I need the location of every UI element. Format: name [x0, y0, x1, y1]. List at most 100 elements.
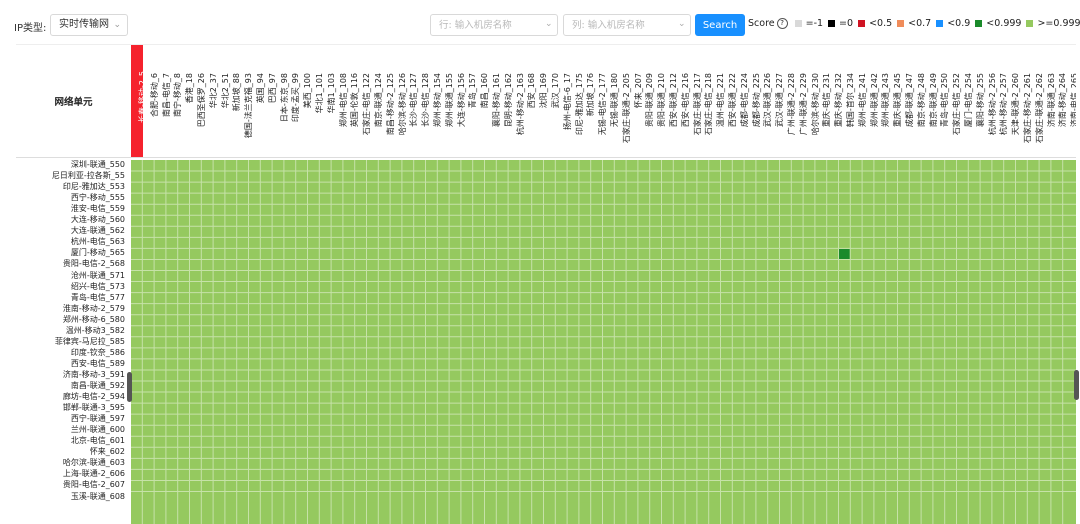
- heatmap-cell[interactable]: [650, 204, 661, 215]
- heatmap-cell[interactable]: [154, 160, 166, 171]
- heatmap-cell[interactable]: [249, 403, 260, 414]
- heatmap-cell[interactable]: [355, 481, 366, 492]
- heatmap-cell[interactable]: [367, 492, 378, 503]
- heatmap-cell[interactable]: [898, 447, 909, 458]
- heatmap-cell[interactable]: [803, 470, 815, 481]
- heatmap-cell[interactable]: [555, 193, 567, 204]
- heatmap-cell[interactable]: [402, 193, 414, 204]
- heatmap-cell[interactable]: [390, 182, 402, 193]
- heatmap-cell[interactable]: [791, 171, 803, 182]
- heatmap-cell[interactable]: [154, 237, 166, 248]
- heatmap-cell[interactable]: [886, 447, 897, 458]
- heatmap-cell[interactable]: [744, 237, 756, 248]
- heatmap-cell[interactable]: [945, 193, 956, 204]
- heatmap-cell[interactable]: [190, 237, 201, 248]
- heatmap-cell[interactable]: [166, 359, 178, 370]
- heatmap-cell[interactable]: [154, 226, 166, 237]
- heatmap-cell[interactable]: [1004, 447, 1015, 458]
- heatmap-cell[interactable]: [1051, 160, 1063, 171]
- heatmap-cell[interactable]: [544, 481, 555, 492]
- heatmap-cell[interactable]: [426, 370, 437, 381]
- heatmap-cell[interactable]: [1027, 359, 1039, 370]
- heatmap-cell[interactable]: [319, 293, 331, 304]
- heatmap-cell[interactable]: [756, 182, 768, 193]
- heatmap-cell[interactable]: [815, 414, 827, 425]
- heatmap-cell[interactable]: [850, 414, 862, 425]
- heatmap-cell[interactable]: [909, 282, 921, 293]
- heatmap-cell[interactable]: [992, 414, 1004, 425]
- heatmap-cell[interactable]: [815, 193, 827, 204]
- heatmap-cell[interactable]: [579, 249, 591, 260]
- heatmap-cell[interactable]: [780, 359, 791, 370]
- heatmap-cell[interactable]: [815, 348, 827, 359]
- heatmap-cell[interactable]: [650, 403, 661, 414]
- heatmap-cell[interactable]: [402, 370, 414, 381]
- heatmap-cell[interactable]: [131, 282, 142, 293]
- heatmap-cell[interactable]: [508, 193, 520, 204]
- heatmap-cell[interactable]: [308, 436, 319, 447]
- heatmap-cell[interactable]: [874, 414, 886, 425]
- heatmap-cell[interactable]: [874, 337, 886, 348]
- heatmap-cell[interactable]: [367, 425, 378, 436]
- heatmap-cell[interactable]: [957, 447, 968, 458]
- heatmap-cell[interactable]: [178, 359, 189, 370]
- row-label[interactable]: 北京-电信_601: [71, 436, 125, 447]
- heatmap-cell[interactable]: [957, 481, 968, 492]
- heatmap-cell[interactable]: [190, 481, 201, 492]
- heatmap-cell[interactable]: [638, 392, 650, 403]
- column-label[interactable]: 南昌_160: [473, 45, 489, 157]
- column-label[interactable]: 西安-电信_216: [674, 45, 690, 157]
- heatmap-cell[interactable]: [390, 249, 402, 260]
- heatmap-cell[interactable]: [343, 215, 355, 226]
- heatmap-cell[interactable]: [555, 226, 567, 237]
- heatmap-cell[interactable]: [721, 160, 732, 171]
- heatmap-cell[interactable]: [426, 215, 437, 226]
- heatmap-cell[interactable]: [933, 282, 945, 293]
- heatmap-cell[interactable]: [201, 326, 213, 337]
- heatmap-cell[interactable]: [957, 425, 968, 436]
- heatmap-cell[interactable]: [461, 160, 473, 171]
- heatmap-cell[interactable]: [473, 381, 484, 392]
- heatmap-cell[interactable]: [579, 271, 591, 282]
- heatmap-cell[interactable]: [237, 326, 248, 337]
- heatmap-cell[interactable]: [544, 193, 555, 204]
- heatmap-cell[interactable]: [449, 249, 461, 260]
- heatmap-cell[interactable]: [685, 414, 697, 425]
- heatmap-cell[interactable]: [142, 293, 154, 304]
- heatmap-cell[interactable]: [662, 171, 673, 182]
- heatmap-cell[interactable]: [591, 160, 602, 171]
- heatmap-cell[interactable]: [319, 249, 331, 260]
- heatmap-cell[interactable]: [390, 381, 402, 392]
- heatmap-cell[interactable]: [131, 326, 142, 337]
- heatmap-cell[interactable]: [945, 337, 956, 348]
- heatmap-cell[interactable]: [237, 215, 248, 226]
- heatmap-cell[interactable]: [898, 193, 909, 204]
- heatmap-cell[interactable]: [732, 182, 744, 193]
- heatmap-cell[interactable]: [414, 326, 425, 337]
- heatmap-cell[interactable]: [685, 392, 697, 403]
- heatmap-cell[interactable]: [555, 215, 567, 226]
- heatmap-cell[interactable]: [272, 260, 284, 271]
- heatmap-cell[interactable]: [791, 304, 803, 315]
- column-label[interactable]: 昆明-移动_162: [497, 45, 513, 157]
- heatmap-cell[interactable]: [579, 348, 591, 359]
- heatmap-cell[interactable]: [496, 381, 508, 392]
- heatmap-cell[interactable]: [390, 260, 402, 271]
- heatmap-cell[interactable]: [343, 403, 355, 414]
- heatmap-cell[interactable]: [473, 304, 484, 315]
- heatmap-cell[interactable]: [296, 237, 307, 248]
- heatmap-cell[interactable]: [709, 425, 720, 436]
- heatmap-cell[interactable]: [225, 260, 237, 271]
- heatmap-cell[interactable]: [296, 226, 307, 237]
- heatmap-cell[interactable]: [331, 160, 343, 171]
- heatmap-cell[interactable]: [591, 425, 602, 436]
- heatmap-cell[interactable]: [815, 226, 827, 237]
- heatmap-cell[interactable]: [921, 204, 933, 215]
- heatmap-cell[interactable]: [355, 260, 366, 271]
- heatmap-cell[interactable]: [909, 481, 921, 492]
- heatmap-cell[interactable]: [237, 171, 248, 182]
- heatmap-cell[interactable]: [662, 304, 673, 315]
- heatmap-cell[interactable]: [803, 282, 815, 293]
- heatmap-cell[interactable]: [898, 381, 909, 392]
- heatmap-cell[interactable]: [709, 337, 720, 348]
